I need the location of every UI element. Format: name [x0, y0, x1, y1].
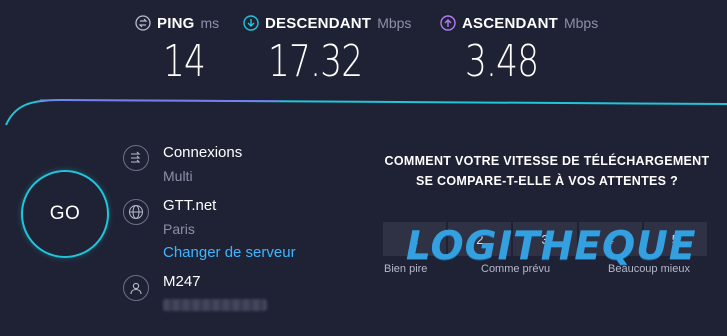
ping-icon	[135, 15, 151, 31]
provider-name: M247	[163, 273, 201, 290]
ip-address-blurred	[163, 299, 267, 311]
download-value: 17.32	[268, 36, 363, 87]
connections-mode[interactable]: Multi	[163, 168, 193, 184]
download-metric: DESCENDANT Mbps	[243, 12, 411, 34]
upload-unit: Mbps	[563, 15, 599, 31]
change-server-link[interactable]: Changer de serveur	[163, 244, 296, 261]
go-label: GO	[49, 203, 81, 224]
speed-graph-line	[5, 98, 727, 126]
connections-icon	[123, 145, 149, 171]
upload-metric: ASCENDANT Mbps	[440, 12, 598, 34]
globe-icon	[123, 199, 149, 225]
upload-label: ASCENDANT	[462, 14, 558, 32]
go-button[interactable]: GO	[21, 170, 109, 258]
user-icon	[123, 275, 149, 301]
server-name: GTT.net	[163, 197, 217, 214]
rating-low-label: Bien pire	[384, 263, 428, 275]
upload-value: 3.48	[465, 36, 539, 87]
download-icon	[243, 15, 259, 31]
ping-unit: ms	[200, 15, 220, 31]
download-label: DESCENDANT	[265, 14, 372, 32]
upload-icon	[440, 15, 456, 31]
download-unit: Mbps	[377, 15, 412, 31]
rating-mid-label: Comme prévu	[481, 263, 551, 275]
rating-high-label: Beaucoup mieux	[608, 263, 690, 275]
ping-label: PING	[157, 14, 195, 32]
speed-expectation-question: COMMENT VOTRE VITESSE DE TÉLÉCHARGEMENT …	[384, 154, 710, 188]
server-city: Paris	[163, 221, 195, 237]
ping-value: 14	[163, 36, 206, 87]
ping-metric: PING ms	[135, 12, 219, 34]
connections-title: Connexions	[163, 144, 243, 161]
